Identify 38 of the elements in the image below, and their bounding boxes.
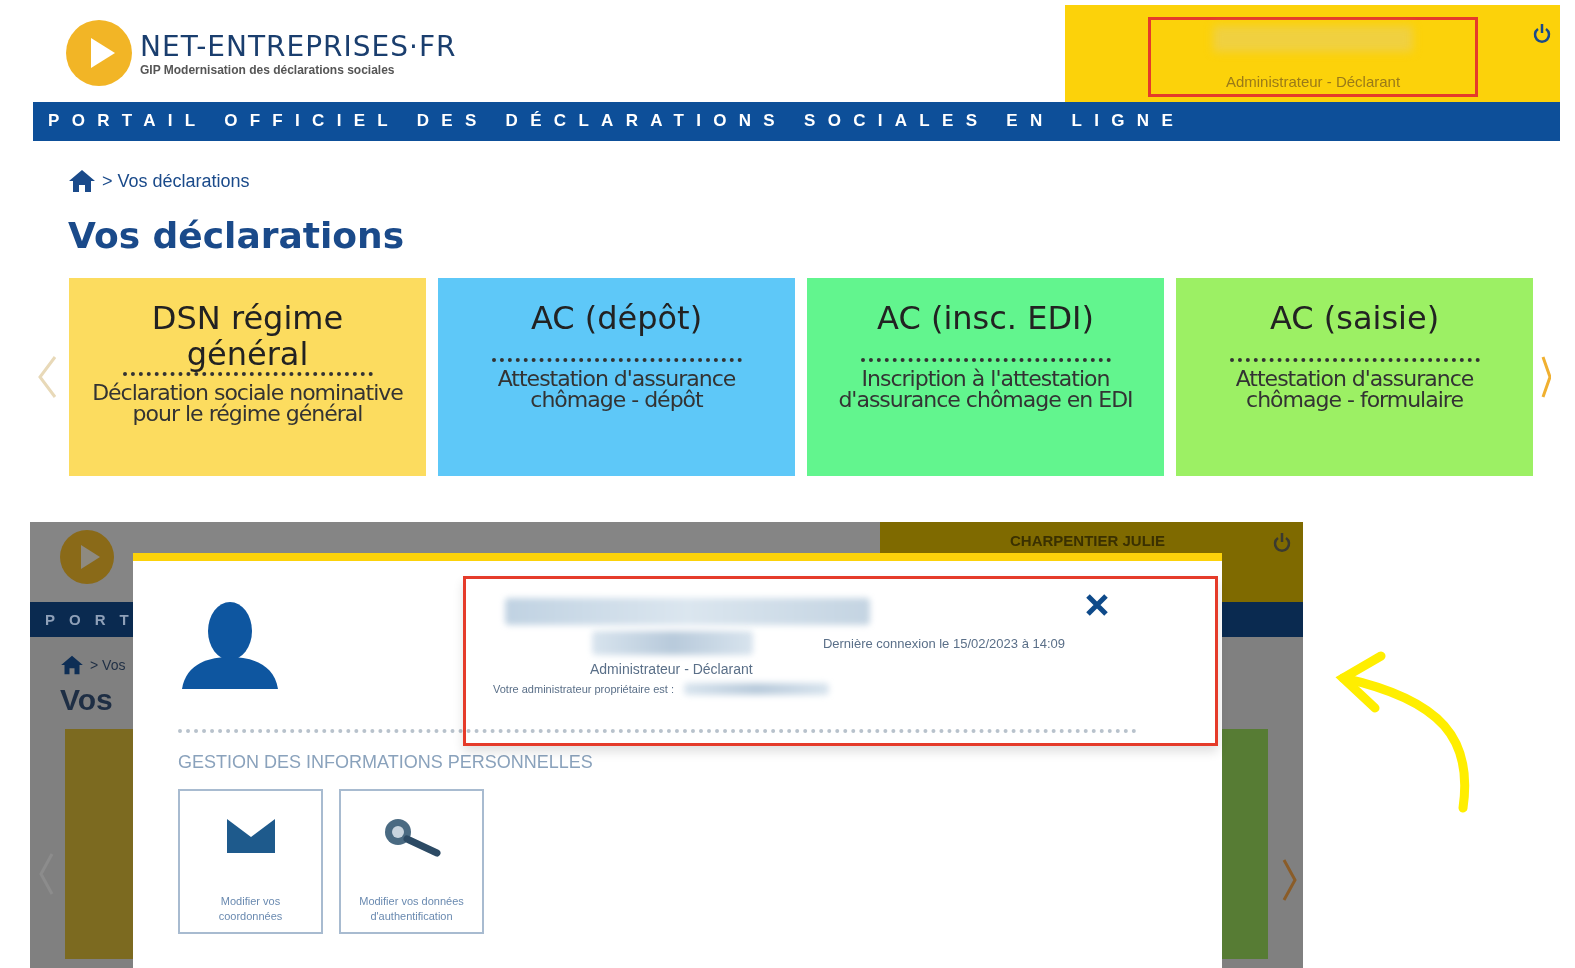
home-icon[interactable] bbox=[68, 169, 96, 193]
key-icon bbox=[382, 817, 441, 857]
declaration-card[interactable]: DSN régime général Déclaration sociale nominative pour le régime général bbox=[69, 278, 426, 476]
user-role: Administrateur - Déclarant bbox=[590, 661, 754, 677]
chevron-right-icon[interactable] bbox=[1282, 858, 1298, 902]
user-name: CHARPENTIER JULIE bbox=[1010, 532, 1166, 549]
owner-label: Votre administrateur propriétaire est : bbox=[493, 683, 674, 695]
declaration-card[interactable]: AC (saisie) Attestation d'assurance chômage - formulaire bbox=[1176, 278, 1533, 476]
card-description: Inscription à l'attestation d'assurance chômage en EDI bbox=[837, 368, 1134, 410]
play-logo-icon bbox=[66, 20, 132, 87]
logo-name: NET-ENTREPRISES·FR bbox=[140, 29, 457, 63]
card-description: Déclaration sociale nominative pour le régime général bbox=[91, 382, 404, 424]
card-description: Attestation d'assurance chômage - formulaire bbox=[1234, 368, 1475, 410]
page-title: Vos déclarations bbox=[68, 215, 406, 256]
user-silhouette-icon bbox=[180, 601, 280, 691]
page-title: Vos bbox=[60, 683, 113, 717]
play-logo-icon bbox=[60, 530, 114, 584]
last-login-text: Dernière connexion le 15/02/2023 à 14:09 bbox=[822, 635, 1065, 651]
power-icon[interactable] bbox=[1533, 23, 1551, 45]
card-description: Attestation d'assurance chômage - dépôt bbox=[496, 368, 737, 410]
chevron-right-icon[interactable] bbox=[1541, 355, 1551, 399]
envelope-icon bbox=[226, 817, 275, 853]
card-title: AC (saisie) bbox=[1268, 300, 1441, 339]
logo-tagline: GIP Modernisation des déclarations sociales bbox=[140, 62, 396, 77]
card-title: AC (insc. EDI) bbox=[876, 300, 1095, 339]
declaration-card[interactable]: AC (dépôt) Attestation d'assurance chômage - dépôt bbox=[438, 278, 795, 476]
banner-text: PORTAIL OFFICIEL DES DÉCLARATIONS SOCIALES EN LIGNE bbox=[48, 111, 1186, 132]
close-icon[interactable] bbox=[1085, 593, 1109, 617]
breadcrumb-link[interactable]: > Vos déclarations bbox=[102, 170, 250, 192]
declaration-card[interactable]: AC (insc. EDI) Inscription à l'attestation d'assurance chômage en EDI bbox=[807, 278, 1164, 476]
home-icon[interactable] bbox=[60, 655, 84, 675]
section-title: GESTION DES INFORMATIONS PERSONNELLES bbox=[178, 752, 594, 773]
card-title: DSN régime général bbox=[150, 300, 345, 372]
banner-text: PORT bbox=[45, 611, 143, 628]
breadcrumb-link[interactable]: > Vos bbox=[90, 657, 126, 673]
card-title: AC (dépôt) bbox=[529, 300, 704, 339]
settings-tile[interactable]: Modifier vos coordonnées bbox=[178, 789, 323, 934]
settings-tile[interactable]: Modifier vos données d'authentification bbox=[339, 789, 484, 934]
